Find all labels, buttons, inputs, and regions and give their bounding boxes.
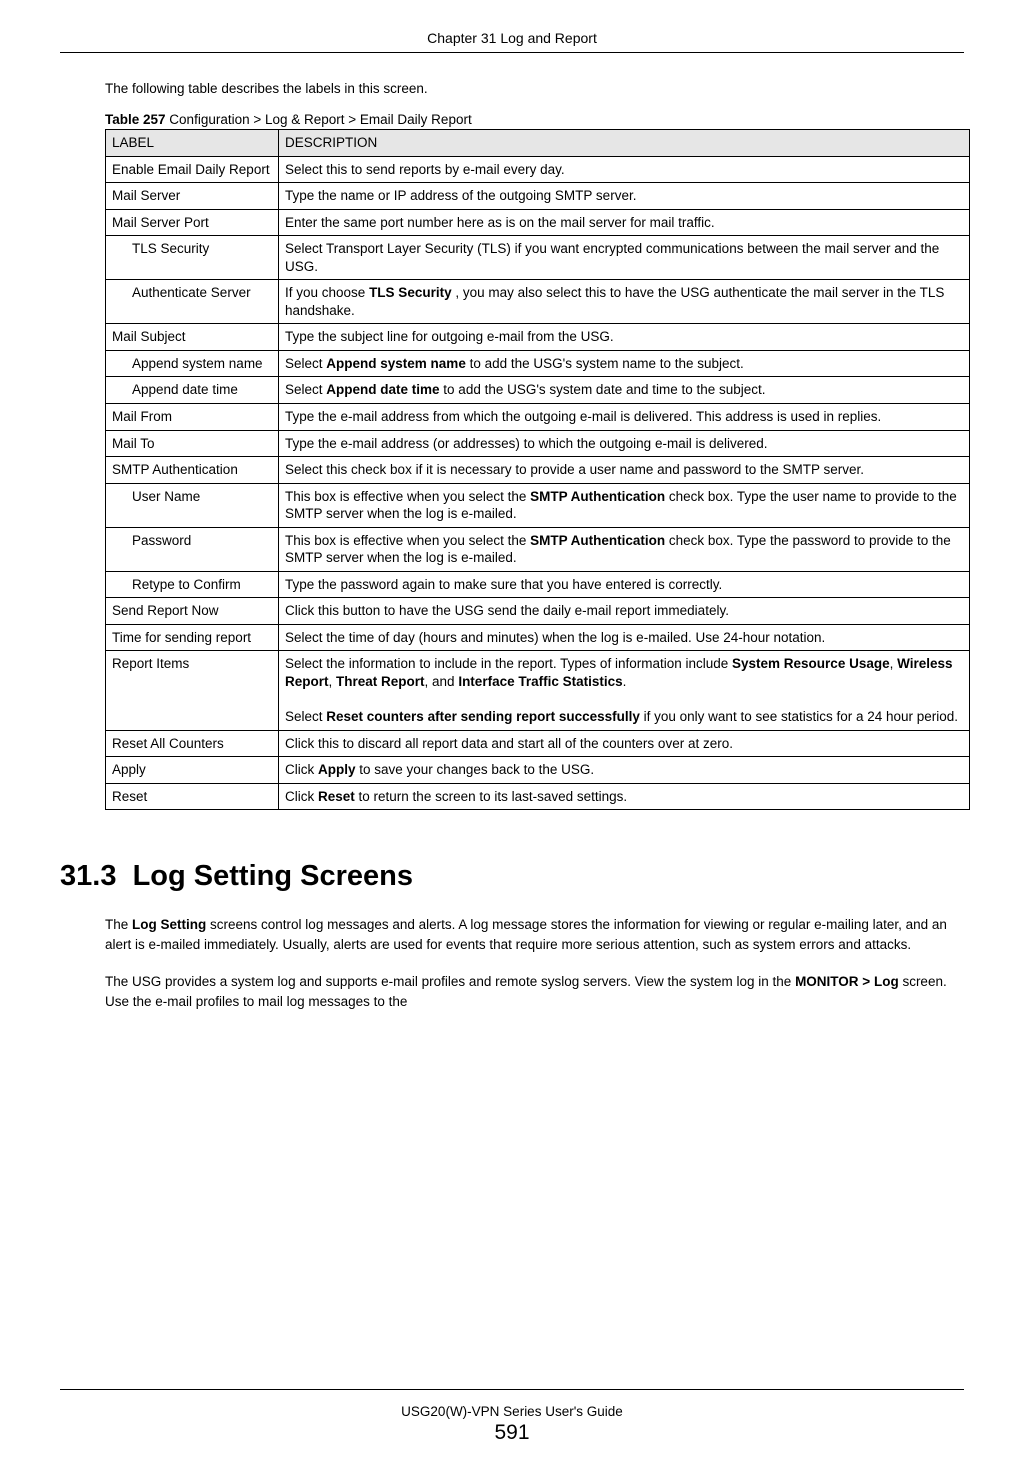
row-label: SMTP Authentication [106, 457, 279, 484]
row-label: Password [106, 527, 279, 571]
row-label: Retype to Confirm [106, 571, 279, 598]
row-label: Send Report Now [106, 598, 279, 625]
row-description: Select Append date time to add the USG's… [279, 377, 970, 404]
table-row: Mail ToType the e-mail address (or addre… [106, 430, 970, 457]
description-table: LABEL DESCRIPTION Enable Email Daily Rep… [105, 129, 970, 810]
table-row: Mail FromType the e-mail address from wh… [106, 404, 970, 431]
row-description: Enter the same port number here as is on… [279, 209, 970, 236]
table-row: Enable Email Daily ReportSelect this to … [106, 156, 970, 183]
row-label: Append system name [106, 350, 279, 377]
table-caption: Table 257 Configuration > Log & Report >… [105, 112, 964, 127]
row-description: Select this check box if it is necessary… [279, 457, 970, 484]
row-description: Select the time of day (hours and minute… [279, 624, 970, 651]
table-row: Time for sending reportSelect the time o… [106, 624, 970, 651]
section-heading: 31.3 Log Setting Screens [60, 860, 964, 893]
table-row: User NameThis box is effective when you … [106, 483, 970, 527]
row-description: Select the information to include in the… [279, 651, 970, 730]
table-number: Table 257 [105, 112, 166, 127]
row-label: Time for sending report [106, 624, 279, 651]
body-paragraph: The USG provides a system log and suppor… [105, 972, 964, 1011]
page-number: 591 [0, 1421, 1024, 1445]
row-description: Select this to send reports by e-mail ev… [279, 156, 970, 183]
col-label: LABEL [106, 130, 279, 157]
row-label: Mail Server [106, 183, 279, 210]
header-rule [60, 52, 964, 53]
row-description: This box is effective when you select th… [279, 527, 970, 571]
row-label: Enable Email Daily Report [106, 156, 279, 183]
table-header-row: LABEL DESCRIPTION [106, 130, 970, 157]
section-title: Log Setting Screens [133, 860, 413, 892]
table-row: Authenticate ServerIf you choose TLS Sec… [106, 280, 970, 324]
row-label: TLS Security [106, 236, 279, 280]
row-description: Type the password again to make sure tha… [279, 571, 970, 598]
footer-rule [60, 1389, 964, 1390]
row-description: This box is effective when you select th… [279, 483, 970, 527]
table-row: PasswordThis box is effective when you s… [106, 527, 970, 571]
row-description: Type the name or IP address of the outgo… [279, 183, 970, 210]
table-row: TLS SecuritySelect Transport Layer Secur… [106, 236, 970, 280]
table-row: Append date timeSelect Append date time … [106, 377, 970, 404]
table-row: ResetClick Reset to return the screen to… [106, 783, 970, 810]
row-label: Authenticate Server [106, 280, 279, 324]
section-number: 31.3 [60, 860, 116, 892]
footer-guide-title: USG20(W)-VPN Series User's Guide [0, 1404, 1024, 1419]
row-label: User Name [106, 483, 279, 527]
row-label: Append date time [106, 377, 279, 404]
page-footer: USG20(W)-VPN Series User's Guide 591 [0, 1404, 1024, 1445]
table-row: Report ItemsSelect the information to in… [106, 651, 970, 730]
row-description: Select Transport Layer Security (TLS) if… [279, 236, 970, 280]
table-row: Send Report NowClick this button to have… [106, 598, 970, 625]
row-label: Mail Subject [106, 324, 279, 351]
row-label: Reset [106, 783, 279, 810]
intro-text: The following table describes the labels… [105, 81, 964, 96]
table-row: Retype to ConfirmType the password again… [106, 571, 970, 598]
table-row: ApplyClick Apply to save your changes ba… [106, 757, 970, 784]
table-row: Mail Server PortEnter the same port numb… [106, 209, 970, 236]
table-title: Configuration > Log & Report > Email Dai… [166, 112, 472, 127]
row-description: Click this button to have the USG send t… [279, 598, 970, 625]
table-row: Reset All CountersClick this to discard … [106, 730, 970, 757]
table-row: Append system nameSelect Append system n… [106, 350, 970, 377]
table-row: Mail ServerType the name or IP address o… [106, 183, 970, 210]
row-description: Click this to discard all report data an… [279, 730, 970, 757]
row-description: Select Append system name to add the USG… [279, 350, 970, 377]
row-description: Type the e-mail address (or addresses) t… [279, 430, 970, 457]
page: Chapter 31 Log and Report The following … [0, 0, 1024, 1467]
row-description: Type the subject line for outgoing e-mai… [279, 324, 970, 351]
row-label: Mail From [106, 404, 279, 431]
row-label: Mail To [106, 430, 279, 457]
row-description: Type the e-mail address from which the o… [279, 404, 970, 431]
row-label: Reset All Counters [106, 730, 279, 757]
row-description: Click Apply to save your changes back to… [279, 757, 970, 784]
body-paragraph: The Log Setting screens control log mess… [105, 915, 964, 954]
row-label: Apply [106, 757, 279, 784]
running-header: Chapter 31 Log and Report [60, 30, 964, 46]
row-description: If you choose TLS Security , you may als… [279, 280, 970, 324]
row-description: Click Reset to return the screen to its … [279, 783, 970, 810]
row-label: Report Items [106, 651, 279, 730]
table-row: Mail SubjectType the subject line for ou… [106, 324, 970, 351]
col-description: DESCRIPTION [279, 130, 970, 157]
table-row: SMTP AuthenticationSelect this check box… [106, 457, 970, 484]
row-label: Mail Server Port [106, 209, 279, 236]
